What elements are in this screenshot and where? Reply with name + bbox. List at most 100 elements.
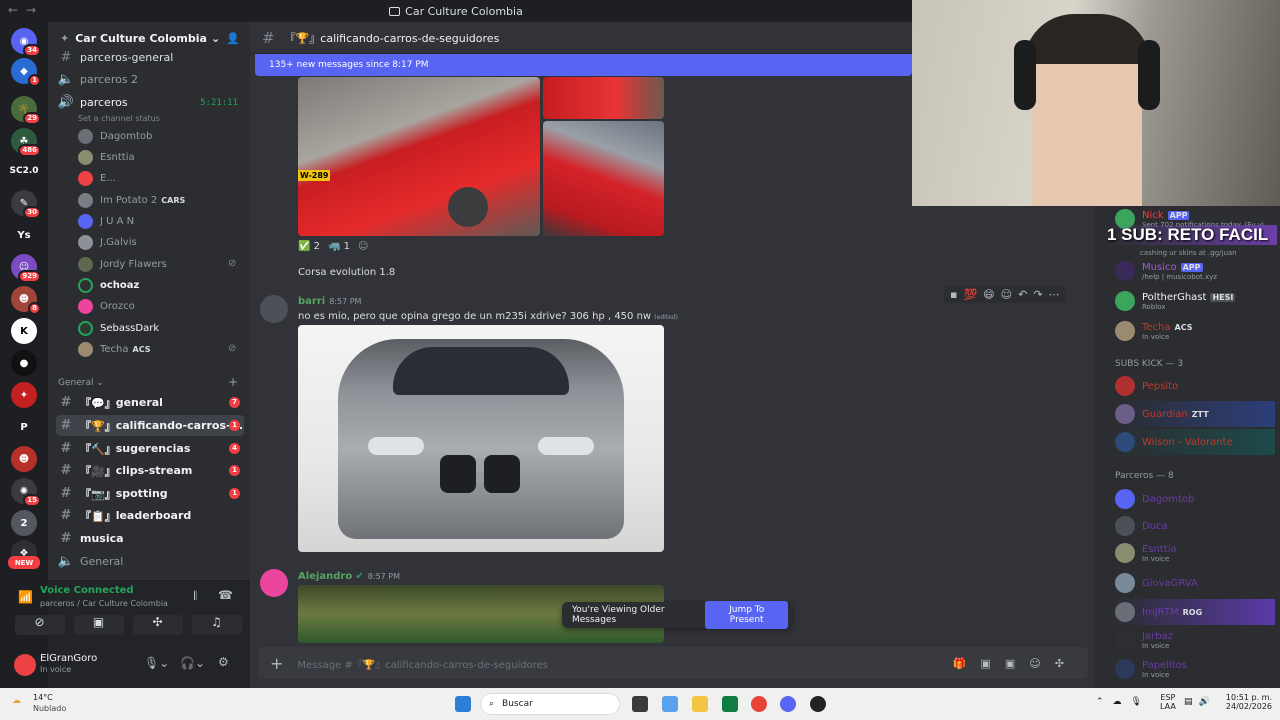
server-icon[interactable]: P <box>11 414 37 440</box>
new-messages-bar[interactable]: 135+ new messages since 8:17 PM <box>255 54 912 76</box>
category-general[interactable]: General ⌄ <box>58 378 104 388</box>
member-item[interactable]: Jarbaz In voice <box>1115 627 1173 653</box>
voice-user[interactable]: Jordy Flawers <box>78 254 167 274</box>
server-icon[interactable]: ◆ 1 <box>11 58 41 87</box>
channel-calificando[interactable]: # 『🏆』 calificando-carros-... 1 <box>56 415 244 436</box>
member-item[interactable]: GiovaGRVA <box>1115 570 1198 596</box>
member-item[interactable]: PoltherGhast HESI Roblox <box>1115 288 1236 314</box>
home-icon[interactable]: ◉ 34 <box>11 28 41 57</box>
avatar[interactable] <box>260 295 288 323</box>
message-composer[interactable]: + Message #『🏆』calificando-carros-de-segu… <box>258 647 1088 679</box>
channel-status[interactable]: Set a channel status <box>78 108 160 128</box>
server-icon[interactable]: ☻ <box>11 446 37 472</box>
weather-temp[interactable]: 14°C <box>33 693 53 702</box>
voice-status[interactable]: Voice Connected <box>40 585 134 596</box>
member-item[interactable]: Duca <box>1115 513 1168 539</box>
xbox-icon[interactable] <box>722 696 738 712</box>
author-name[interactable]: Alejandro <box>298 571 352 582</box>
disconnect-icon[interactable]: ☎ <box>218 588 233 602</box>
more-icon[interactable]: ⋯ <box>1049 288 1060 301</box>
gear-icon[interactable]: ⚙ <box>218 655 229 669</box>
member-item[interactable]: Guardian ZTT <box>1115 401 1275 427</box>
member-item[interactable]: Wilson - Valorante <box>1115 429 1275 455</box>
voice-user[interactable]: Techa ACS <box>78 339 151 359</box>
composer-tools-icons[interactable]: 🎁▣▣☺✣ <box>953 657 1078 670</box>
channel-musica[interactable]: # musica <box>56 528 244 549</box>
mic-muted-icon[interactable]: 🎙⌄ <box>144 656 169 670</box>
member-item[interactable]: Dagomtob <box>1115 486 1194 512</box>
signal-icon[interactable]: 📶 <box>18 590 33 604</box>
reaction[interactable]: ✅ 2 <box>298 241 320 252</box>
member-item[interactable]: Pepsito <box>1115 373 1178 399</box>
car-image[interactable]: W-289 <box>298 77 540 236</box>
network-volume-icons[interactable]: ▤🔊 <box>1184 697 1216 707</box>
noise-suppression-icon[interactable]: 𝄃 <box>194 589 197 604</box>
member-item[interactable]: Techa ACS In voice <box>1115 318 1193 344</box>
car-image[interactable] <box>543 77 664 119</box>
author-name[interactable]: barri <box>298 296 325 307</box>
react-100-icon[interactable]: 💯 <box>963 288 977 301</box>
clock[interactable]: 10:51 p. m. 24/02/2026 <box>1222 693 1272 711</box>
voice-user[interactable]: ochoaz <box>78 275 139 295</box>
voice-channel-item[interactable]: 🔈 parceros 2 <box>56 69 244 90</box>
file-explorer-icon[interactable] <box>692 696 708 712</box>
copilot-icon[interactable] <box>662 696 678 712</box>
voice-user[interactable]: J.Galvis <box>78 232 137 252</box>
reaction[interactable]: 🦏 1 <box>328 241 350 252</box>
reply-icon[interactable]: ↶ <box>1018 288 1027 301</box>
discord-icon[interactable] <box>780 696 796 712</box>
screen-share-icon[interactable]: ▣ <box>73 615 124 635</box>
app-icon[interactable] <box>810 696 826 712</box>
server-icon[interactable]: ✎ 30 <box>11 190 41 219</box>
car-image[interactable] <box>543 121 664 236</box>
add-channel-icon[interactable]: + <box>228 375 238 389</box>
server-icon[interactable]: ☻ 8 <box>11 286 41 315</box>
member-item[interactable]: Esnttia In voice <box>1115 540 1177 566</box>
server-icon[interactable]: SC2.0 <box>9 158 39 184</box>
voice-user[interactable]: Dagomtob <box>78 126 152 146</box>
member-item[interactable]: Musico APP/help | musicobot.xyz <box>1115 258 1217 284</box>
server-icon[interactable]: ✺ 15 <box>11 478 41 507</box>
channel-sugerencias[interactable]: # 『🔨』 sugerencias 4 <box>56 438 244 459</box>
channel-general[interactable]: # 『💬』 general 7 <box>56 392 244 413</box>
voice-user[interactable]: Orozco <box>78 296 135 316</box>
user-name[interactable]: ElGranGoro <box>40 653 97 664</box>
taskbar-search[interactable]: ⌕ Buscar <box>480 693 620 715</box>
activities-icon[interactable]: ✣ <box>132 615 183 635</box>
server-icon[interactable]: ☺ 929 <box>11 254 41 283</box>
add-reaction-icon[interactable]: ☺ <box>358 241 368 252</box>
server-icon[interactable]: ● <box>11 350 37 376</box>
server-icon[interactable]: 🌴 29 <box>11 96 41 125</box>
channel-spotting[interactable]: # 『📷』 spotting 1 <box>56 483 244 504</box>
chrome-icon[interactable] <box>751 696 767 712</box>
camera-off-icon[interactable]: ⊘ <box>14 615 65 635</box>
react-icon[interactable]: ▪ <box>950 288 957 301</box>
language-indicator[interactable]: ESP LAA <box>1160 693 1176 711</box>
add-attachment-icon[interactable]: + <box>270 654 283 673</box>
voice-user[interactable]: J U A N <box>78 211 134 231</box>
avatar[interactable] <box>260 569 288 597</box>
weather-icon[interactable]: ☁ <box>12 696 21 706</box>
bmw-image[interactable] <box>298 325 664 552</box>
task-view-icon[interactable] <box>632 696 648 712</box>
server-icon[interactable]: Ys <box>11 222 37 248</box>
headphones-icon[interactable]: 🎧⌄ <box>180 656 205 670</box>
tray-icons[interactable]: ⌃☁🎙 <box>1096 697 1151 707</box>
voice-user[interactable]: Im Potato 2 CARS <box>78 190 185 210</box>
server-icon[interactable]: ☘ 486 <box>11 128 41 157</box>
member-item[interactable]: ImJRTM ROG <box>1115 599 1275 625</box>
voice-user[interactable]: SebassDark <box>78 318 159 338</box>
react-laugh-icon[interactable]: 😄 <box>983 288 994 301</box>
avatar[interactable] <box>14 654 36 676</box>
voice-user[interactable]: Esnttia <box>78 147 135 167</box>
forward-icon[interactable]: ↷ <box>1033 288 1042 301</box>
channel-clips-stream[interactable]: # 『🎥』 clips-stream 1 <box>56 460 244 481</box>
channel-leaderboard[interactable]: # 『📋』 leaderboard <box>56 505 244 526</box>
add-member-icon[interactable]: 👤 <box>226 32 240 45</box>
server-icon[interactable]: 2 <box>11 510 37 536</box>
member-item[interactable]: Papelitos In voice <box>1115 656 1187 682</box>
voice-channel-general[interactable]: 🔈 General <box>56 551 244 572</box>
soundboard-icon[interactable]: ♫ <box>191 615 242 635</box>
nav-arrows[interactable]: ←→ <box>8 3 44 17</box>
voice-user[interactable]: E... <box>78 168 116 188</box>
